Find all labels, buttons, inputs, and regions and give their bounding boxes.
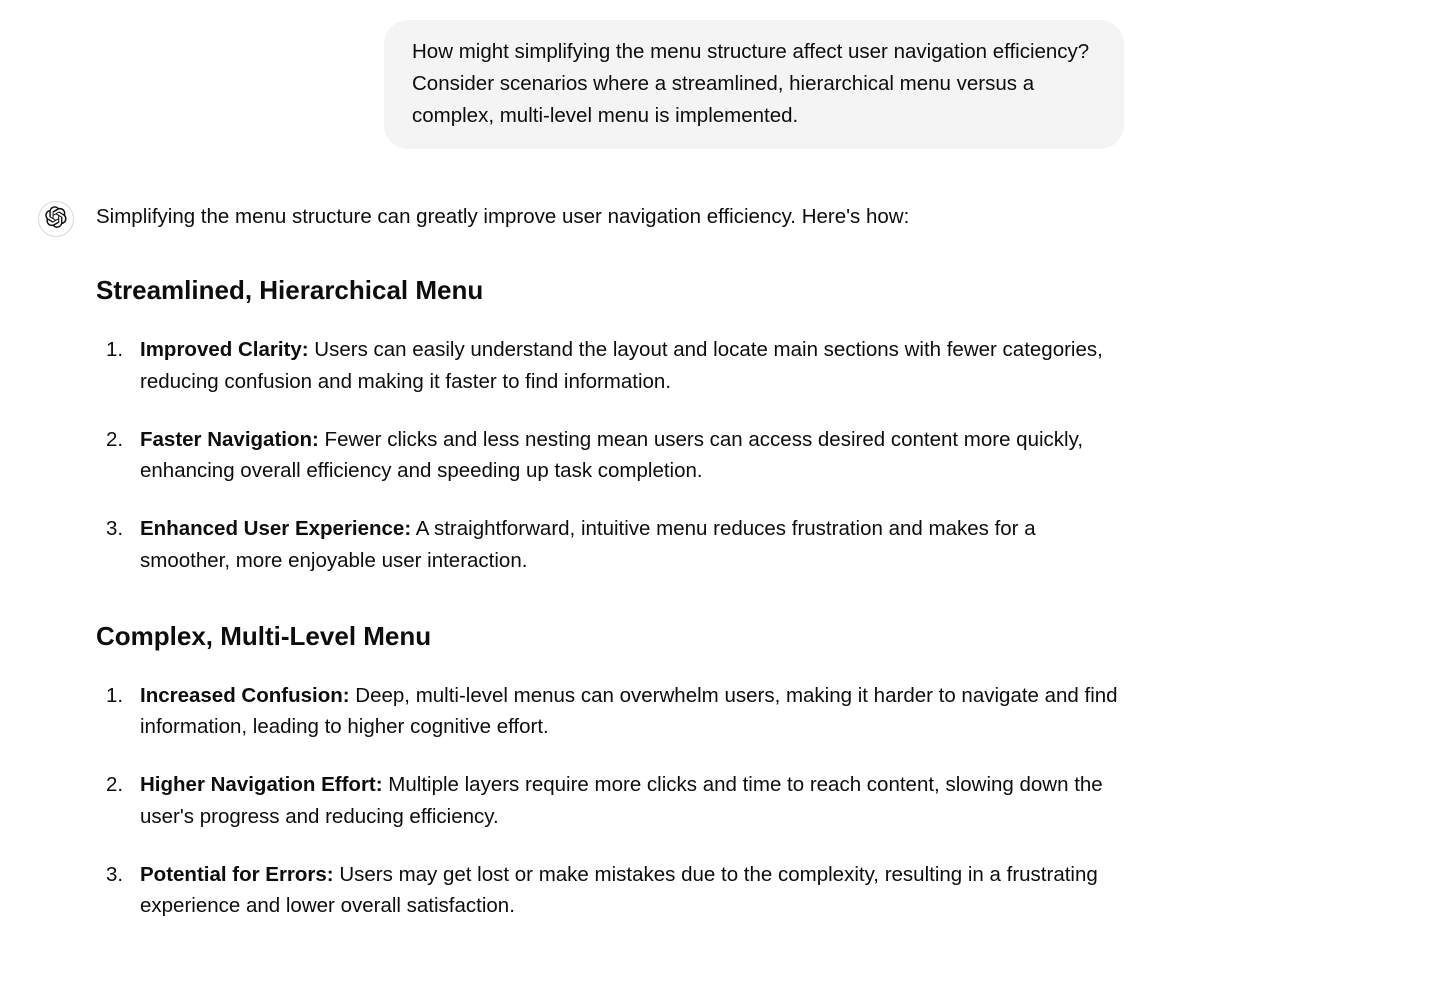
list-item-title: Higher Navigation Effort: (140, 773, 383, 796)
list-item-title: Improved Clarity: (140, 338, 309, 361)
assistant-avatar[interactable] (38, 201, 74, 237)
list-item-title: Potential for Errors: (140, 863, 334, 886)
assistant-message-row: Simplifying the menu structure can great… (34, 197, 1124, 966)
section-heading: Complex, Multi-Level Menu (96, 621, 1124, 652)
list-item: Faster Navigation: Fewer clicks and less… (96, 424, 1124, 488)
list-item-title: Faster Navigation: (140, 428, 319, 451)
list-item: Improved Clarity: Users can easily under… (96, 334, 1124, 398)
user-message-text: How might simplifying the menu structure… (412, 36, 1096, 131)
user-message-row: How might simplifying the menu structure… (34, 20, 1124, 149)
numbered-list: Increased Confusion: Deep, multi-level m… (96, 680, 1124, 923)
numbered-list: Improved Clarity: Users can easily under… (96, 334, 1124, 577)
list-item-title: Increased Confusion: (140, 684, 350, 707)
assistant-message-content: Simplifying the menu structure can great… (96, 197, 1124, 966)
list-item: Higher Navigation Effort: Multiple layer… (96, 769, 1124, 833)
assistant-intro-text: Simplifying the menu structure can great… (96, 201, 1124, 233)
list-item-title: Enhanced User Experience: (140, 517, 411, 540)
section-heading: Streamlined, Hierarchical Menu (96, 275, 1124, 306)
list-item: Increased Confusion: Deep, multi-level m… (96, 680, 1124, 744)
chat-container: How might simplifying the menu structure… (34, 0, 1124, 966)
list-item: Potential for Errors: Users may get lost… (96, 859, 1124, 923)
openai-logo-icon (45, 206, 67, 233)
list-item: Enhanced User Experience: A straightforw… (96, 513, 1124, 577)
user-message-bubble[interactable]: How might simplifying the menu structure… (384, 20, 1124, 149)
